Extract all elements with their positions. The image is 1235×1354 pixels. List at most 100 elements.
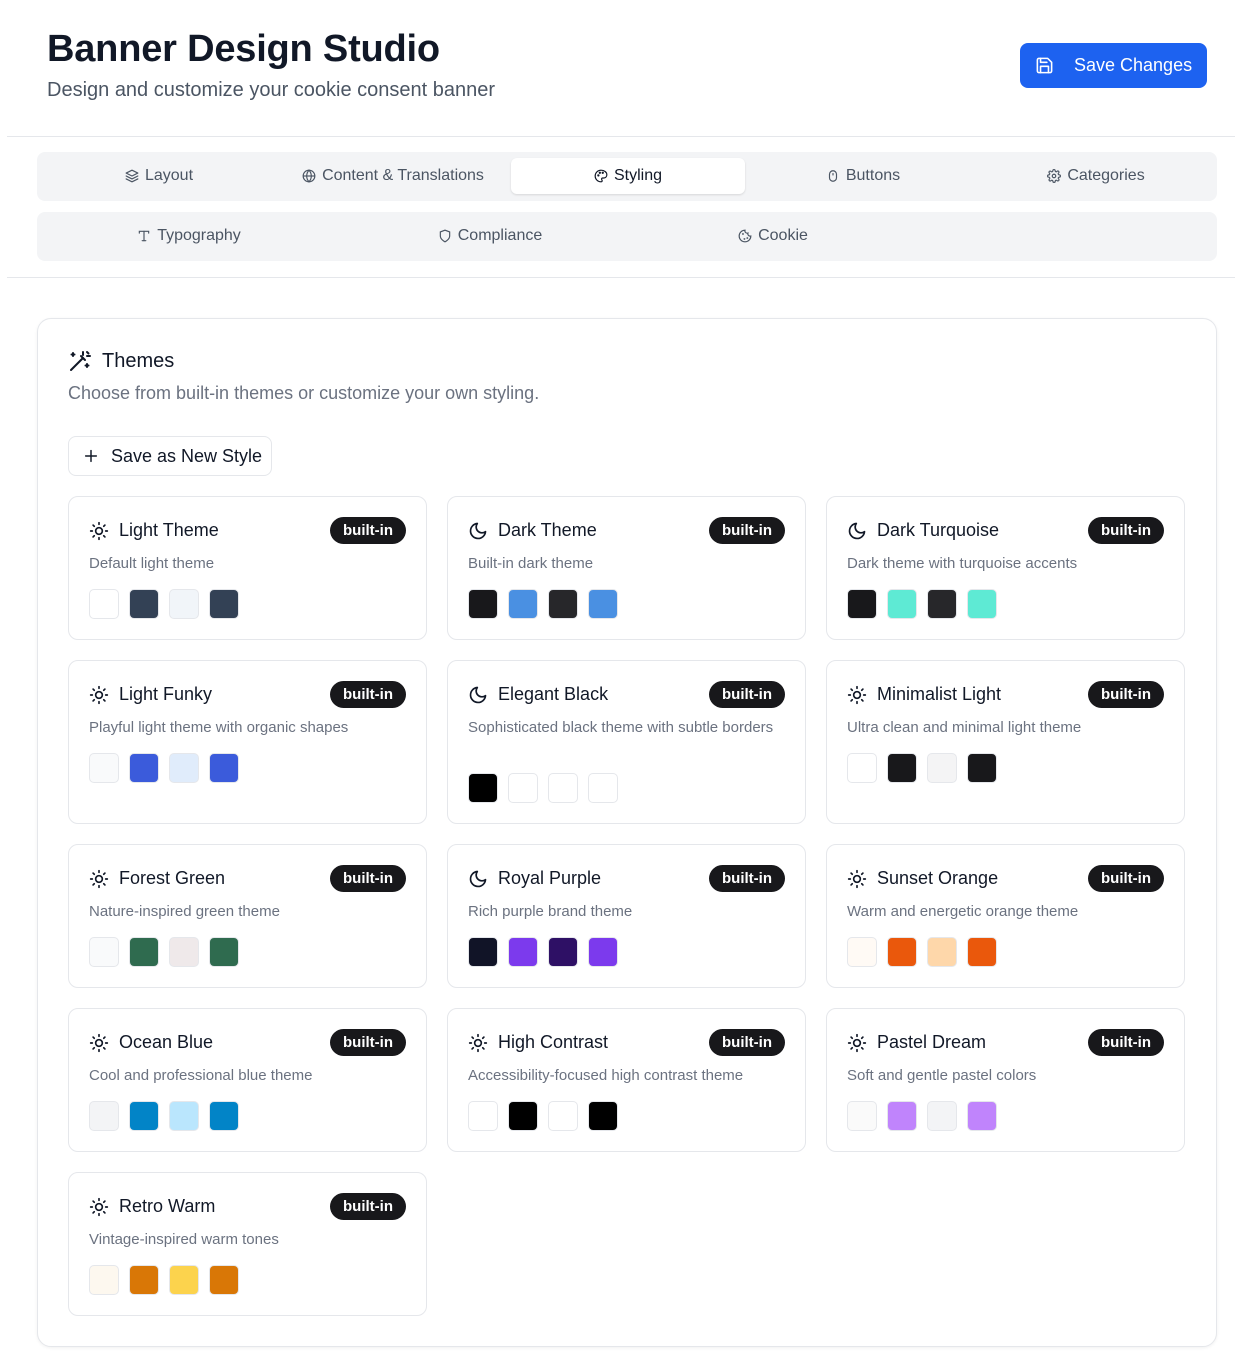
color-swatch — [209, 589, 239, 619]
theme-card[interactable]: Pastel Dream built-in Soft and gentle past… — [826, 1008, 1185, 1152]
theme-card[interactable]: Light Funky built-in Playful light theme w… — [68, 660, 427, 824]
theme-card[interactable]: Minimalist Light built-in Ultra clean and … — [826, 660, 1185, 824]
tab-compliance[interactable]: Compliance — [378, 218, 602, 254]
color-swatch — [169, 1265, 199, 1295]
save-changes-label: Save Changes — [1074, 55, 1193, 75]
sun-icon — [89, 869, 109, 889]
page-title: Banner Design Studio — [47, 28, 440, 70]
sun-icon — [847, 1033, 867, 1053]
built-in-badge: built-in — [330, 1029, 406, 1056]
page-header: Banner Design Studio Design and customiz… — [7, 0, 1235, 137]
theme-description: Ultra clean and minimal light theme — [847, 719, 1082, 736]
palette-icon — [594, 169, 608, 183]
built-in-badge: built-in — [1088, 865, 1164, 892]
built-in-badge: built-in — [1088, 517, 1164, 544]
theme-card[interactable]: Royal Purple built-in Rich purple brand th… — [447, 844, 806, 988]
save-as-new-style-button[interactable]: Save as New Style — [68, 436, 272, 476]
theme-name: Elegant Black — [498, 684, 609, 704]
built-in-badge: built-in — [330, 1193, 406, 1220]
gear-icon — [1047, 169, 1062, 183]
section-divider — [7, 277, 1235, 278]
built-in-badge: built-in — [709, 865, 785, 892]
color-swatches — [847, 937, 997, 967]
color-swatches — [468, 773, 618, 803]
sun-icon — [468, 1033, 488, 1053]
tab-bar-row-1: Layout Content & Translations Styling Bu… — [37, 152, 1217, 201]
tab-label: Compliance — [457, 227, 543, 244]
color-swatch — [129, 937, 159, 967]
color-swatches — [847, 753, 997, 783]
save-icon — [1036, 57, 1053, 74]
tab-cookie[interactable]: Cookie — [661, 218, 885, 254]
theme-name: Ocean Blue — [119, 1032, 214, 1052]
color-swatch — [967, 753, 997, 783]
color-swatch — [89, 753, 119, 783]
color-swatch — [927, 589, 957, 619]
color-swatch — [89, 1265, 119, 1295]
tab-label: Buttons — [845, 167, 901, 184]
theme-name: Pastel Dream — [877, 1032, 987, 1052]
save-as-new-style-label: Save as New Style — [111, 445, 263, 466]
color-swatch — [548, 773, 578, 803]
color-swatch — [967, 589, 997, 619]
wand-icon — [70, 351, 91, 371]
shield-icon — [439, 229, 450, 243]
theme-description: Warm and energetic orange theme — [847, 903, 1079, 920]
color-swatch — [508, 589, 538, 619]
theme-name: Sunset Orange — [877, 868, 999, 888]
color-swatch — [468, 1101, 498, 1131]
color-swatch — [169, 937, 199, 967]
color-swatches — [468, 1101, 618, 1131]
color-swatch — [887, 937, 917, 967]
color-swatch — [129, 753, 159, 783]
tab-content-translations[interactable]: Content & Translations — [277, 158, 509, 194]
tab-categories[interactable]: Categories — [981, 158, 1211, 194]
theme-card[interactable]: Light Theme built-in Default light theme — [68, 496, 427, 640]
theme-card[interactable]: Sunset Orange built-in Warm and energetic … — [826, 844, 1185, 988]
built-in-badge: built-in — [1088, 1029, 1164, 1056]
layers-icon — [125, 169, 139, 183]
color-swatch — [169, 753, 199, 783]
theme-description: Accessibility-focused high contrast them… — [468, 1067, 744, 1084]
color-swatches — [89, 753, 239, 783]
plus-icon — [84, 449, 98, 463]
tab-buttons[interactable]: Buttons — [747, 158, 979, 194]
tab-styling[interactable]: Styling — [511, 158, 745, 194]
theme-card[interactable]: Elegant Black built-in Sophisticated black… — [447, 660, 806, 824]
theme-description: Vintage-inspired warm tones — [89, 1231, 279, 1248]
theme-card[interactable]: Dark Turquoise built-in Dark theme with tu… — [826, 496, 1185, 640]
built-in-badge: built-in — [1088, 681, 1164, 708]
theme-card[interactable]: Retro Warm built-in Vintage-inspired warm … — [68, 1172, 427, 1316]
save-changes-button[interactable]: Save Changes — [1020, 43, 1207, 88]
sun-icon — [89, 1033, 109, 1053]
color-swatch — [468, 773, 498, 803]
color-swatch — [548, 937, 578, 967]
theme-card[interactable]: Forest Green built-in Nature-inspired gree… — [68, 844, 427, 988]
color-swatch — [927, 753, 957, 783]
cookie-icon — [738, 229, 752, 243]
color-swatch — [887, 1101, 917, 1131]
sun-icon — [89, 1197, 109, 1217]
color-swatch — [548, 589, 578, 619]
tab-label: Layout — [144, 167, 194, 184]
theme-card[interactable]: Ocean Blue built-in Cool and professional … — [68, 1008, 427, 1152]
mouse-icon — [828, 170, 837, 182]
theme-card[interactable]: High Contrast built-in Accessibility-focus… — [447, 1008, 806, 1152]
theme-name: Light Theme — [119, 520, 219, 540]
theme-name: Minimalist Light — [877, 684, 1002, 704]
tab-label: Categories — [1067, 167, 1145, 184]
tab-typography[interactable]: Typography — [77, 218, 301, 254]
tab-layout[interactable]: Layout — [43, 158, 275, 194]
theme-description: Soft and gentle pastel colors — [847, 1067, 1037, 1084]
color-swatch — [468, 589, 498, 619]
color-swatch — [508, 1101, 538, 1131]
built-in-badge: built-in — [330, 865, 406, 892]
tab-bar-row-2: Typography Compliance Cookie — [37, 212, 1217, 261]
theme-name: Royal Purple — [498, 868, 602, 888]
themes-description: Choose from built-in themes or customize… — [68, 383, 540, 403]
theme-description: Rich purple brand theme — [468, 903, 633, 920]
theme-card[interactable]: Dark Theme built-in Built-in dark theme — [447, 496, 806, 640]
color-swatch — [468, 937, 498, 967]
color-swatch — [847, 589, 877, 619]
themes-panel: Themes Choose from built-in themes or cu… — [37, 318, 1217, 1347]
